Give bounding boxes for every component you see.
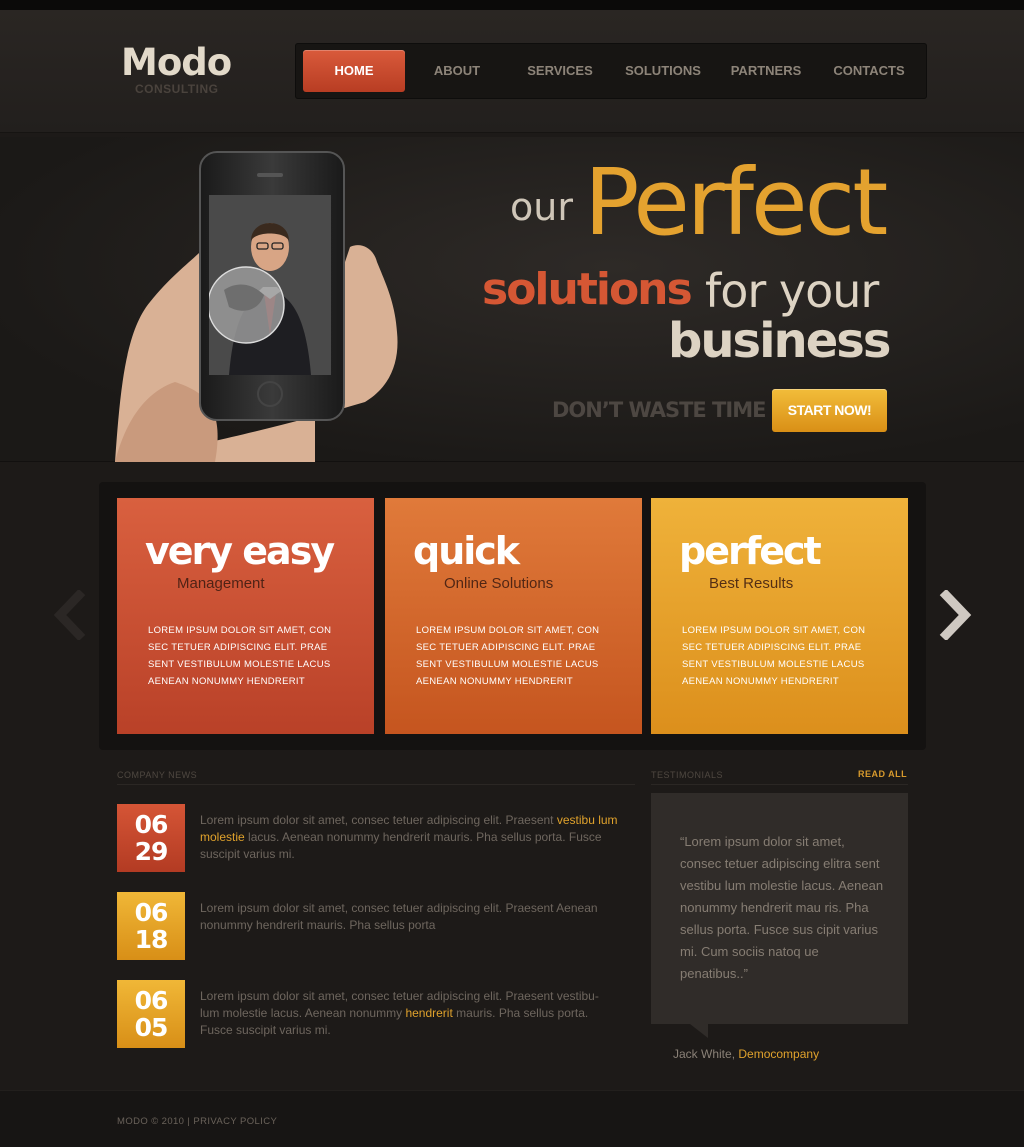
feature-title: very easy bbox=[145, 529, 335, 573]
company-news-heading: COMPANY NEWS bbox=[117, 770, 198, 780]
feature-text: LOREM IPSUM DOLOR SIT AMET, CON SEC TETU… bbox=[682, 625, 866, 687]
top-strip bbox=[0, 0, 1024, 10]
author-company-link[interactable]: Democompany bbox=[738, 1047, 819, 1061]
testimonial-author: Jack White, Democompany bbox=[673, 1047, 819, 1061]
hero-business: business bbox=[668, 313, 891, 369]
author-name: Jack White bbox=[673, 1047, 732, 1061]
nav-home[interactable]: HOME bbox=[303, 50, 405, 92]
nav-contacts[interactable]: CONTACTS bbox=[825, 50, 913, 92]
testimonial-card: “Lorem ipsum dolor sit amet, consec tetu… bbox=[651, 793, 908, 1024]
logo-tagline: CONSULTING bbox=[135, 82, 219, 96]
divider bbox=[117, 784, 635, 785]
news-item-text: Lorem ipsum dolor sit amet, consec tetue… bbox=[200, 988, 620, 1039]
footer-sep: | bbox=[187, 1116, 191, 1127]
site-footer: MODO © 2010 | PRIVACY POLICY bbox=[0, 1090, 1024, 1147]
news-text: lacus. Aenean nonummy hendrerit mauris. … bbox=[200, 830, 602, 861]
feature-subtitle: Online Solutions bbox=[444, 575, 554, 592]
news-date-badge: 06 29 bbox=[117, 804, 185, 872]
testimonial-tail bbox=[690, 1024, 708, 1038]
news-text: Lorem ipsum dolor sit amet, consec tetue… bbox=[200, 813, 557, 827]
news-link[interactable]: hendrerit bbox=[405, 1006, 452, 1020]
feature-subtitle: Best Results bbox=[709, 575, 794, 592]
feature-subtitle: Management bbox=[177, 575, 265, 592]
feature-card-quick[interactable]: quick Online Solutions LOREM IPSUM DOLOR… bbox=[385, 498, 642, 734]
testimonial-quote: “Lorem ipsum dolor sit amet, consec tetu… bbox=[680, 834, 884, 981]
chevron-left-icon[interactable] bbox=[52, 590, 92, 640]
hero-perfect: Perfect bbox=[584, 149, 888, 256]
businessman-image bbox=[209, 195, 331, 375]
feature-title: quick bbox=[413, 529, 520, 573]
feature-card-perfect[interactable]: perfect Best Results LOREM IPSUM DOLOR S… bbox=[651, 498, 908, 734]
feature-title: perfect bbox=[679, 529, 822, 573]
nav-solutions[interactable]: SOLUTIONS bbox=[617, 50, 709, 92]
nav-partners[interactable]: PARTNERS bbox=[723, 50, 809, 92]
news-date-day: 29 bbox=[134, 837, 169, 866]
phone-speaker bbox=[257, 173, 283, 177]
news-item-text: Lorem ipsum dolor sit amet, consec tetue… bbox=[200, 900, 620, 934]
news-date-day: 05 bbox=[134, 1013, 169, 1042]
news-date-month: 06 bbox=[134, 810, 169, 839]
start-now-button[interactable]: START NOW! bbox=[772, 389, 887, 432]
footer-text: MODO © 2010 | PRIVACY POLICY bbox=[117, 1116, 277, 1127]
logo-name: Modo bbox=[121, 41, 232, 84]
divider bbox=[651, 784, 908, 785]
news-date-day: 18 bbox=[134, 925, 169, 954]
phone-image bbox=[199, 151, 345, 421]
news-item-text: Lorem ipsum dolor sit amet, consec tetue… bbox=[200, 812, 620, 863]
author-sep: , bbox=[731, 1047, 736, 1061]
nav-about[interactable]: ABOUT bbox=[415, 50, 499, 92]
privacy-policy-link[interactable]: PRIVACY POLICY bbox=[193, 1116, 277, 1127]
logo[interactable]: Modo CONSULTING bbox=[121, 41, 232, 96]
nav-services[interactable]: SERVICES bbox=[517, 50, 603, 92]
phone-screen bbox=[209, 195, 331, 375]
feature-text: LOREM IPSUM DOLOR SIT AMET, CON SEC TETU… bbox=[148, 625, 332, 687]
news-date-month: 06 bbox=[134, 986, 169, 1015]
news-date-badge: 06 18 bbox=[117, 892, 185, 960]
news-text: Lorem ipsum dolor sit amet, consec tetue… bbox=[200, 901, 598, 932]
site-header: Modo CONSULTING HOME ABOUT SERVICES SOLU… bbox=[0, 10, 1024, 133]
phone-home-button bbox=[257, 381, 283, 407]
hero-our: our bbox=[510, 185, 573, 229]
hero-dont-waste-time: DON’T WASTE TIME bbox=[552, 398, 766, 422]
news-date-badge: 06 05 bbox=[117, 980, 185, 1048]
read-all-link[interactable]: READ ALL bbox=[858, 769, 907, 779]
news-date-month: 06 bbox=[134, 898, 169, 927]
testimonials-heading: TESTIMONIALS bbox=[651, 770, 724, 780]
main-nav: HOME ABOUT SERVICES SOLUTIONS PARTNERS C… bbox=[295, 43, 927, 99]
feature-text: LOREM IPSUM DOLOR SIT AMET, CON SEC TETU… bbox=[416, 625, 600, 687]
chevron-right-icon[interactable] bbox=[933, 590, 973, 640]
copyright: MODO © 2010 bbox=[117, 1116, 185, 1127]
hero-solutions: solutions bbox=[482, 264, 693, 315]
hero-for-your: for your bbox=[705, 264, 879, 318]
feature-card-very-easy[interactable]: very easy Management LOREM IPSUM DOLOR S… bbox=[117, 498, 374, 734]
